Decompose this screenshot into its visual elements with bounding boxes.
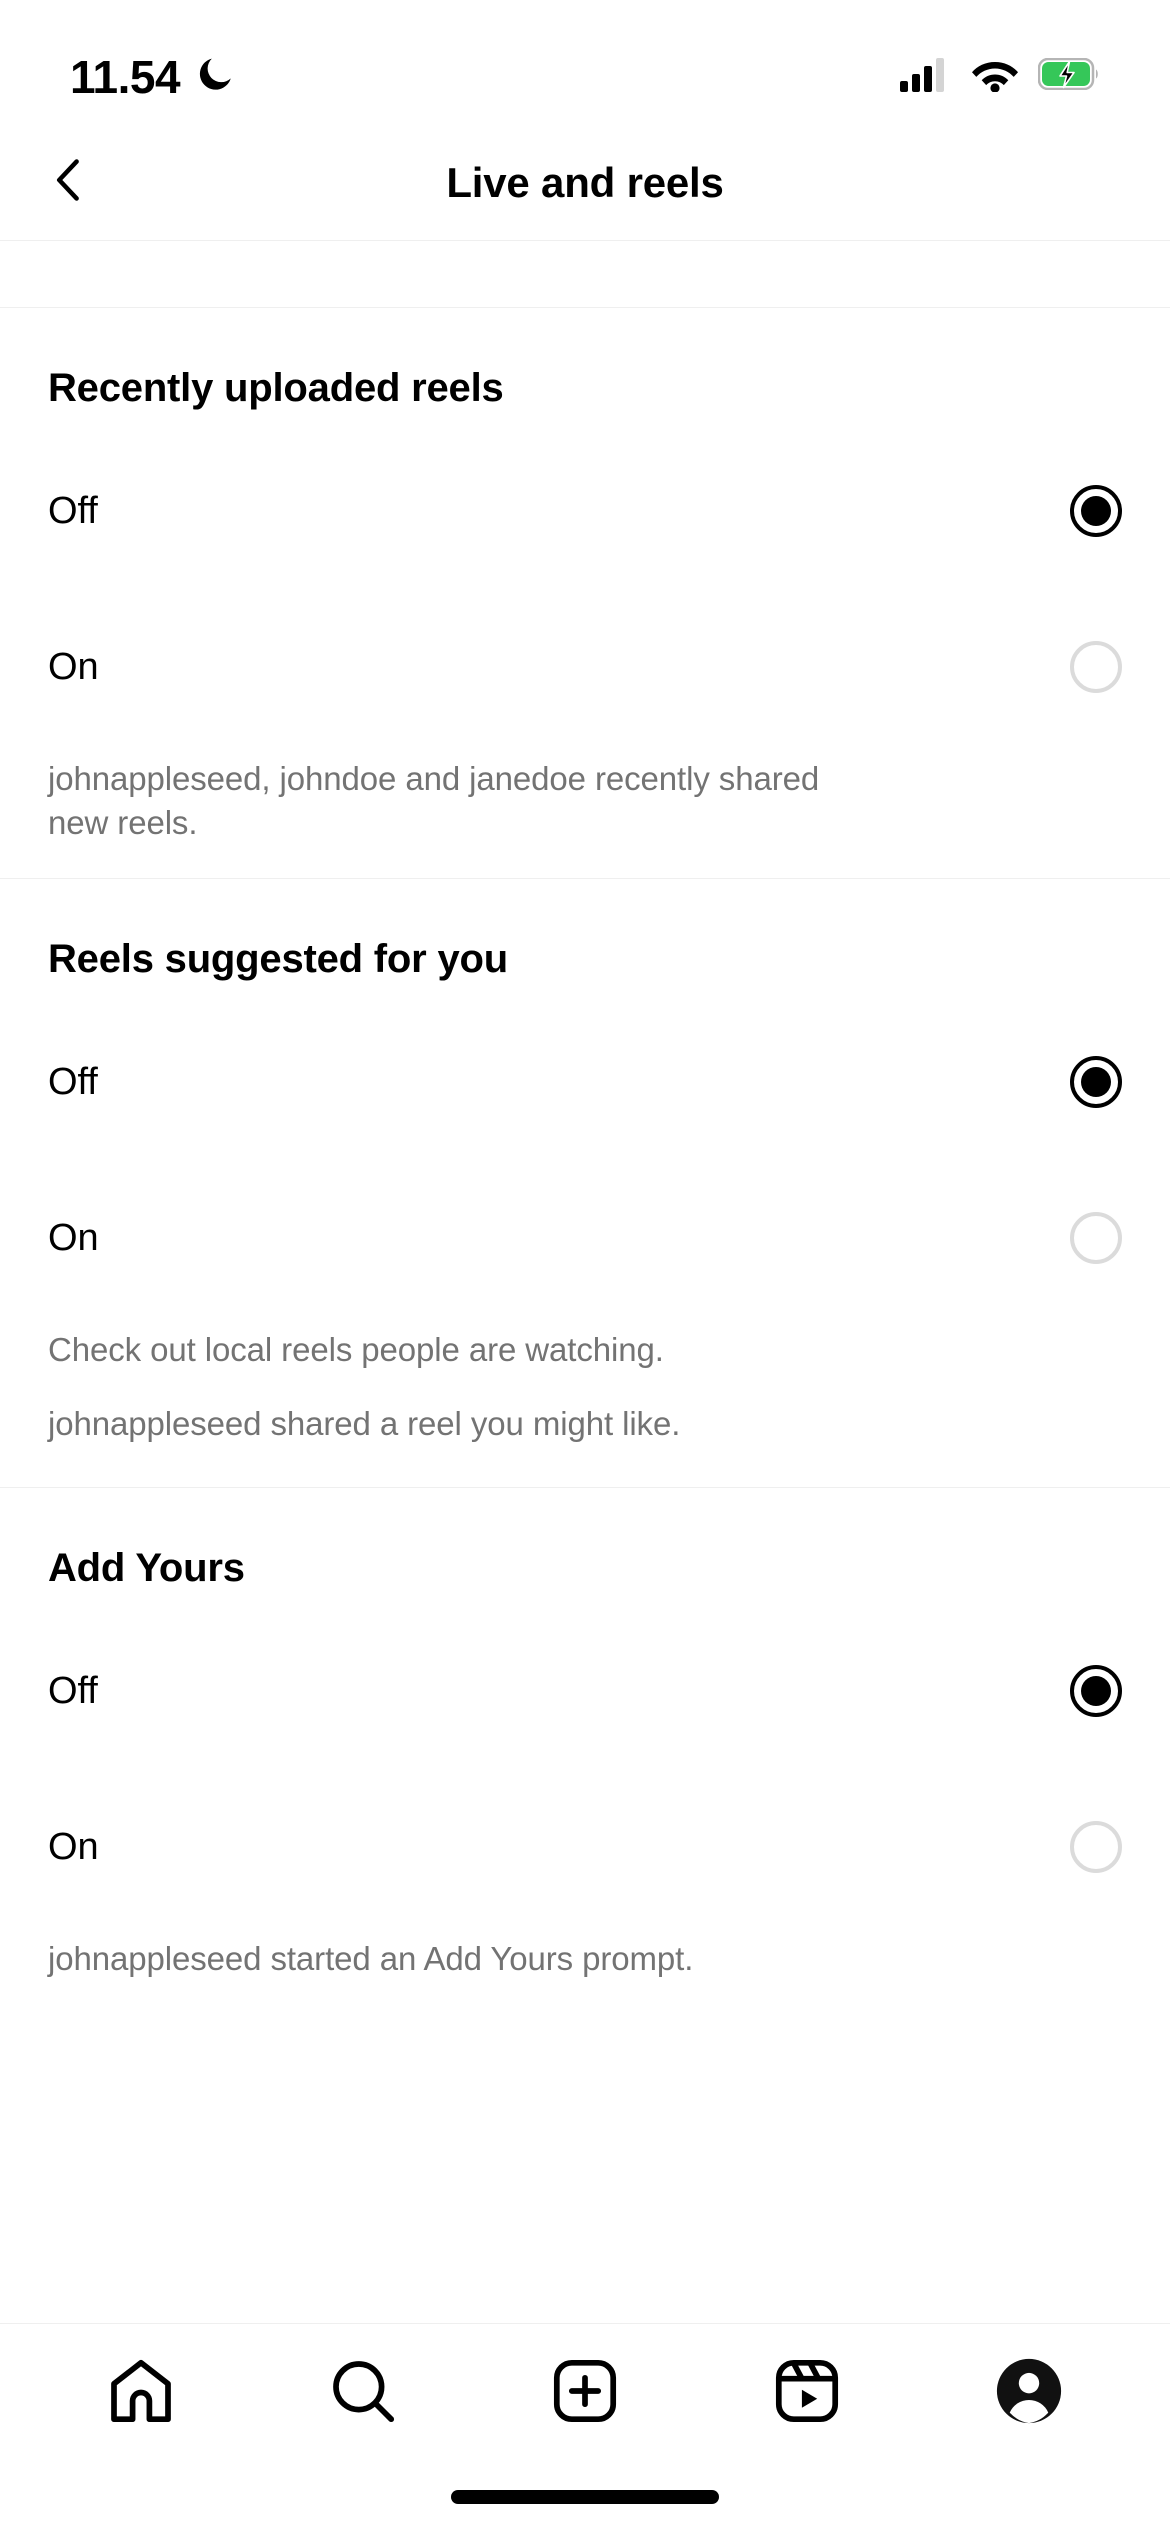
section-recently-uploaded-reels: Recently uploaded reels Off On johnapple… xyxy=(0,308,1170,878)
app-screen: 11.54 Live and reels Recently uploaded r… xyxy=(0,0,1170,2532)
option-label: On xyxy=(48,645,99,688)
search-icon xyxy=(327,2355,399,2432)
page-title: Live and reels xyxy=(446,158,724,206)
cellular-signal-icon xyxy=(900,56,952,97)
radio-button-off[interactable] xyxy=(1070,485,1122,537)
option-row-off[interactable]: Off xyxy=(0,455,1170,567)
section-description: johnappleseed started an Add Yours promp… xyxy=(48,1940,694,1978)
back-button[interactable] xyxy=(34,148,104,218)
navigation-bar: Live and reels xyxy=(0,125,1170,240)
battery-charging-icon xyxy=(1037,57,1100,95)
section-description: Check out local reels people are watchin… xyxy=(48,1331,664,1369)
bottom-tab-bar xyxy=(0,2324,1170,2462)
section-title: Add Yours xyxy=(48,1546,245,1591)
home-indicator[interactable] xyxy=(451,2490,719,2504)
crescent-moon-icon xyxy=(194,53,236,100)
profile-icon xyxy=(994,2356,1064,2431)
option-row-off[interactable]: Off xyxy=(0,1635,1170,1747)
option-label: Off xyxy=(48,1669,98,1712)
section-title: Reels suggested for you xyxy=(48,937,508,982)
section-description: johnappleseed, johndoe and janedoe recen… xyxy=(48,760,820,841)
home-indicator-area xyxy=(0,2462,1170,2532)
section-description: johnappleseed shared a reel you might li… xyxy=(48,1404,681,1442)
status-bar: 11.54 xyxy=(0,0,1170,125)
radio-button-off[interactable] xyxy=(1070,1665,1122,1718)
option-row-off[interactable]: Off xyxy=(0,1026,1170,1138)
option-row-on[interactable]: On xyxy=(0,611,1170,723)
radio-button-off[interactable] xyxy=(1070,1056,1122,1109)
option-label: On xyxy=(48,1825,99,1868)
status-bar-left: 11.54 xyxy=(70,53,236,100)
settings-list: Recently uploaded reels Off On johnapple… xyxy=(0,308,1170,2323)
option-row-on[interactable]: On xyxy=(0,1791,1170,1903)
tab-search[interactable] xyxy=(303,2343,423,2443)
section-add-yours: Add Yours Off On johnappleseed started a… xyxy=(0,1488,1170,1981)
tab-home[interactable] xyxy=(81,2343,201,2443)
create-icon xyxy=(549,2355,621,2432)
chevron-left-icon xyxy=(43,154,95,211)
status-time: 11.54 xyxy=(70,50,181,103)
radio-button-on[interactable] xyxy=(1070,641,1122,693)
top-spacer xyxy=(0,241,1170,307)
section-reels-suggested-for-you: Reels suggested for you Off On Check out… xyxy=(0,879,1170,1487)
option-label: Off xyxy=(48,489,98,532)
section-title: Recently uploaded reels xyxy=(48,366,504,410)
home-icon xyxy=(105,2355,177,2432)
option-label: On xyxy=(48,1216,99,1259)
radio-button-on[interactable] xyxy=(1070,1212,1122,1265)
wifi-icon xyxy=(970,56,1020,97)
option-row-on[interactable]: On xyxy=(0,1182,1170,1294)
tab-profile[interactable] xyxy=(969,2343,1089,2443)
radio-button-on[interactable] xyxy=(1070,1821,1122,1874)
reels-icon xyxy=(771,2355,843,2432)
tab-create[interactable] xyxy=(525,2343,645,2443)
option-label: Off xyxy=(48,1060,98,1103)
status-bar-right xyxy=(900,56,1100,97)
tab-reels[interactable] xyxy=(747,2343,867,2443)
